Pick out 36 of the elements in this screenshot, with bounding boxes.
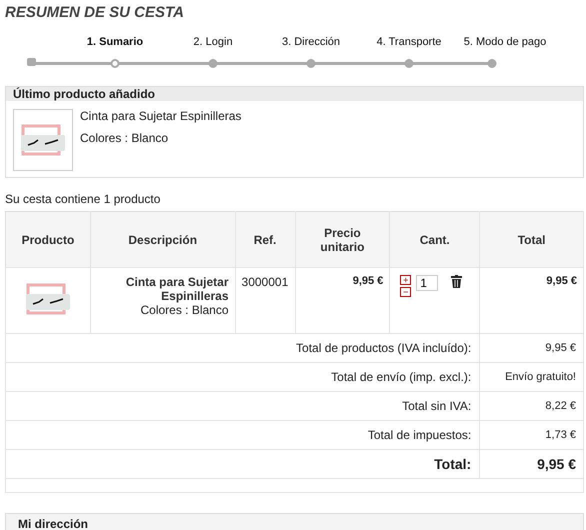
address-panel-heading: Mi dirección (5, 513, 584, 530)
totals-label: Total de impuestos: (6, 420, 480, 450)
step-label[interactable]: 1. Sumario (86, 36, 144, 48)
column-header: Cant. (390, 212, 480, 268)
totals-label: Total de productos (IVA incluído): (6, 334, 480, 362)
step-label[interactable]: 5. Modo de pago (464, 36, 546, 48)
decrease-button[interactable]: − (400, 287, 412, 297)
increase-button[interactable]: + (400, 275, 412, 285)
totals-label: Total: (6, 450, 480, 478)
step-label[interactable]: 4. Transporte (376, 36, 442, 48)
column-header: Descripción (90, 212, 236, 268)
column-header: Precio unitario (295, 212, 390, 268)
cart-summary-text: Su cesta contiene 1 producto (5, 192, 162, 206)
column-header: Total (480, 212, 584, 268)
totals-value: 9,95 € (480, 450, 584, 478)
step-label[interactable]: 3. Dirección (282, 36, 340, 48)
trash-icon[interactable] (451, 275, 462, 288)
column-header: Producto (6, 212, 90, 268)
step-label[interactable]: 2. Login (193, 36, 233, 48)
product-attributes: Colores : Blanco (80, 131, 170, 145)
total-cell: 9,95 € (480, 268, 584, 334)
panel-heading: Último producto añadido (6, 87, 583, 101)
totals-value: 9,95 € (480, 334, 584, 362)
column-header: Ref. (235, 212, 296, 268)
totals-label: Total sin IVA: (6, 392, 480, 420)
totals-label: Total de envío (imp. excl.): (6, 362, 480, 392)
start-marker-icon (27, 58, 36, 66)
totals-value: Envío gratuito! (480, 362, 584, 392)
reference-cell: 3000001 (235, 268, 296, 334)
unit-price-cell: 9,95 € (295, 268, 390, 334)
totals-value: 8,22 € (480, 392, 584, 420)
description-cell: Cinta para Sujetar Espinilleras Colores : Blanco (90, 268, 236, 334)
page-title: RESUMEN DE SU CESTA (5, 3, 185, 23)
totals-value: 1,73 € (480, 420, 584, 450)
quantity-field[interactable]: 1 (416, 275, 438, 291)
product-name: Cinta para Sujetar Espinilleras (80, 109, 242, 123)
